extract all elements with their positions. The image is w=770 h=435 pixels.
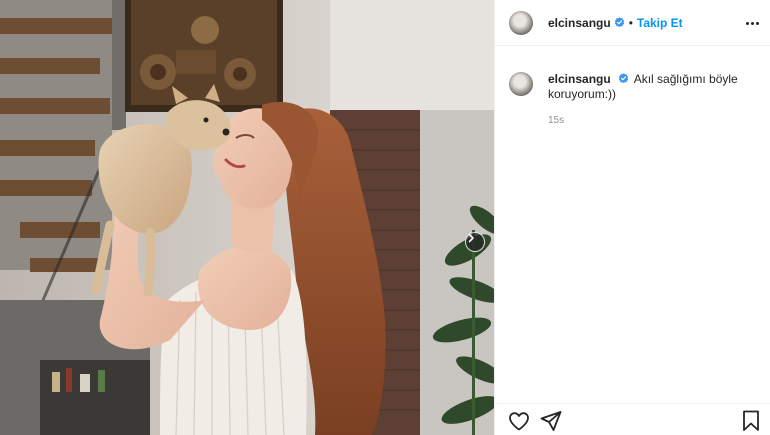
avatar[interactable]	[509, 72, 533, 96]
verified-badge-icon	[618, 73, 628, 84]
caption-text-block: elcinsangu Akıl sağlığımı böyle koruyoru…	[548, 72, 748, 102]
post-side-panel: elcinsangu • Takip Et elcinsangu Akıl sa…	[494, 0, 770, 435]
bookmark-icon[interactable]	[739, 409, 763, 433]
next-photo-button[interactable]	[465, 232, 485, 252]
caption-comment: elcinsangu Akıl sağlığımı böyle koruyoru…	[509, 72, 759, 102]
post-header: elcinsangu • Takip Et	[495, 0, 770, 46]
header-username[interactable]: elcinsangu	[548, 16, 611, 30]
caption-username[interactable]: elcinsangu	[548, 72, 611, 86]
post-timestamp[interactable]: 15s	[548, 115, 564, 126]
follow-button[interactable]: Takip Et	[637, 16, 683, 30]
avatar[interactable]	[509, 10, 533, 35]
separator-dot: •	[628, 15, 633, 30]
verified-badge-icon	[614, 17, 624, 28]
post-photo[interactable]	[0, 0, 494, 435]
post-photo-image	[0, 0, 494, 435]
paper-plane-icon[interactable]	[539, 409, 563, 433]
action-bar	[495, 403, 770, 435]
more-options-icon[interactable]	[743, 15, 761, 31]
chevron-right-icon	[468, 233, 474, 243]
heart-icon[interactable]	[507, 409, 531, 433]
